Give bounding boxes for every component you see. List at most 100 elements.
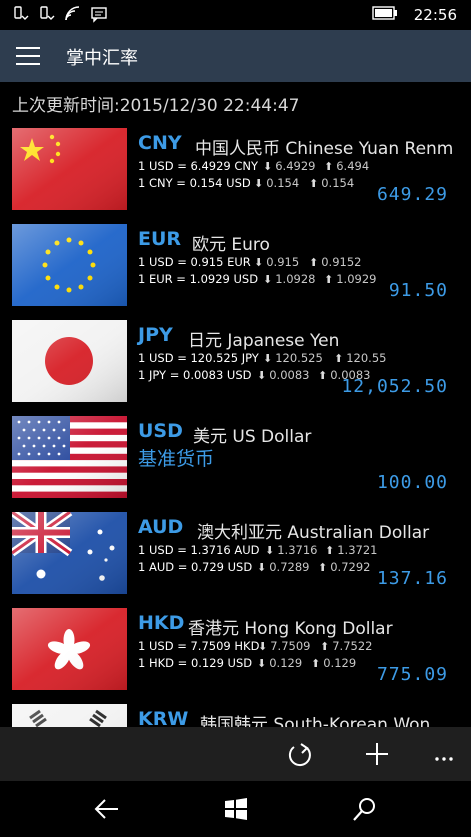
currency-code: CNY bbox=[138, 132, 182, 154]
arrow-down-icon: ⬇ bbox=[265, 544, 275, 557]
rate-line-2: 1 JPY = 0.0083 USD bbox=[138, 368, 252, 382]
battery-icon bbox=[372, 5, 398, 24]
rate-line-1: 1 USD = 6.4929 CNY bbox=[138, 159, 259, 173]
south-korea-flag-icon bbox=[12, 704, 127, 727]
currency-row-krw[interactable]: KRW 韩国韩元 South-Korean Won bbox=[0, 700, 471, 727]
refresh-icon[interactable] bbox=[285, 739, 315, 769]
china-flag-icon bbox=[12, 128, 127, 210]
amount-value[interactable]: 137.16 bbox=[377, 568, 448, 589]
rate-high-1: ⬆ 1.3721 bbox=[325, 543, 378, 557]
amount-value[interactable]: 649.29 bbox=[377, 184, 448, 205]
rate-line-1: 1 USD = 7.7509 HKD bbox=[138, 639, 260, 653]
currency-code: KRW bbox=[138, 708, 189, 727]
rate-high-2: ⬆ 0.7292 bbox=[318, 560, 371, 574]
command-bar bbox=[0, 727, 471, 781]
search-icon[interactable] bbox=[351, 795, 379, 823]
rate-high-1: ⬆ 120.55 bbox=[334, 351, 387, 365]
wifi-icon bbox=[64, 5, 82, 27]
arrow-up-icon: ⬆ bbox=[318, 561, 328, 574]
amount-value[interactable]: 12,052.50 bbox=[341, 376, 448, 397]
windows-icon[interactable] bbox=[222, 795, 250, 823]
currency-code: HKD bbox=[138, 612, 185, 634]
currency-name: 澳大利亚元 Australian Dollar bbox=[197, 523, 430, 543]
system-nav-bar bbox=[0, 781, 471, 837]
rate-low-2: ⬇ 1.0928 bbox=[263, 272, 316, 286]
rate-line-1: 1 USD = 1.3716 AUD bbox=[138, 543, 260, 557]
currency-code: AUD bbox=[138, 516, 184, 538]
rate-line-2: 1 AUD = 0.729 USD bbox=[138, 560, 253, 574]
currency-row-usd[interactable]: USD 美元 US Dollar 基准货币 100.00 bbox=[0, 412, 471, 502]
rate-low-2: ⬇ 0.154 bbox=[254, 176, 300, 190]
rate-high-1: ⬆ 6.494 bbox=[324, 159, 370, 173]
amount-value[interactable]: 100.00 bbox=[377, 472, 448, 493]
arrow-up-icon: ⬆ bbox=[309, 256, 319, 269]
arrow-up-icon: ⬆ bbox=[325, 544, 335, 557]
currency-row-cny[interactable]: CNY 中国人民币 Chinese Yuan Renm 1 USD = 6.49… bbox=[0, 124, 471, 214]
missed-call-icon bbox=[12, 5, 30, 27]
currency-name: 中国人民币 Chinese Yuan Renm bbox=[195, 139, 454, 159]
currency-row-hkd[interactable]: HKD 香港元 Hong Kong Dollar 1 USD = 7.7509 … bbox=[0, 604, 471, 694]
rate-line-1: 1 USD = 0.915 EUR bbox=[138, 255, 251, 269]
arrow-up-icon: ⬆ bbox=[320, 640, 330, 653]
arrow-down-icon: ⬇ bbox=[254, 177, 264, 190]
arrow-up-icon: ⬆ bbox=[311, 657, 321, 670]
arrow-down-icon: ⬇ bbox=[263, 160, 273, 173]
arrow-down-icon: ⬇ bbox=[263, 352, 273, 365]
currency-row-eur[interactable]: EUR 欧元 Euro 1 USD = 0.915 EUR ⬇ 0.915 ⬆ 0.… bbox=[0, 220, 471, 310]
add-icon[interactable] bbox=[362, 739, 392, 769]
usa-flag-icon bbox=[12, 416, 127, 498]
currency-name: 日元 Japanese Yen bbox=[188, 331, 340, 351]
rate-low-1: ⬇ 6.4929 bbox=[263, 159, 316, 173]
arrow-up-icon: ⬆ bbox=[318, 369, 328, 382]
base-currency-label: 基准货币 bbox=[138, 448, 215, 470]
japan-flag-icon bbox=[12, 320, 127, 402]
amount-value[interactable]: 91.50 bbox=[389, 280, 448, 301]
currency-code: JPY bbox=[138, 324, 173, 346]
hong-kong-flag-icon bbox=[12, 608, 127, 690]
rate-low-1: ⬇ 1.3716 bbox=[265, 543, 318, 557]
missed-call-icon-2 bbox=[38, 5, 56, 27]
arrow-up-icon: ⬆ bbox=[309, 177, 319, 190]
rate-high-2: ⬆ 0.154 bbox=[309, 176, 355, 190]
rate-line-2: 1 EUR = 1.0929 USD bbox=[138, 272, 259, 286]
rate-high-2: ⬆ 1.0929 bbox=[324, 272, 377, 286]
rate-high-2: ⬆ 0.129 bbox=[311, 656, 357, 670]
arrow-down-icon: ⬇ bbox=[257, 369, 267, 382]
australia-flag-icon bbox=[12, 512, 127, 594]
arrow-down-icon: ⬇ bbox=[258, 640, 268, 653]
rate-low-1: ⬇ 0.915 bbox=[254, 255, 300, 269]
rate-high-1: ⬆ 7.7522 bbox=[320, 639, 373, 653]
currency-name: 韩国韩元 South-Korean Won bbox=[200, 715, 431, 727]
arrow-up-icon: ⬆ bbox=[324, 273, 334, 286]
rate-high-1: ⬆ 0.9152 bbox=[309, 255, 362, 269]
arrow-down-icon: ⬇ bbox=[254, 256, 264, 269]
last-updated-text: 上次更新时间:2015/12/30 22:44:47 bbox=[12, 96, 300, 116]
arrow-down-icon: ⬇ bbox=[257, 657, 267, 670]
currency-name: 香港元 Hong Kong Dollar bbox=[188, 619, 393, 639]
rate-line-2: 1 HKD = 0.129 USD bbox=[138, 656, 253, 670]
status-time: 22:56 bbox=[413, 5, 457, 24]
arrow-up-icon: ⬆ bbox=[334, 352, 344, 365]
rate-low-2: ⬇ 0.7289 bbox=[257, 560, 310, 574]
rate-low-2: ⬇ 0.0083 bbox=[257, 368, 310, 382]
more-icon[interactable] bbox=[430, 739, 460, 769]
arrow-down-icon: ⬇ bbox=[257, 561, 267, 574]
rate-low-2: ⬇ 0.129 bbox=[257, 656, 303, 670]
message-icon bbox=[90, 5, 108, 27]
arrow-up-icon: ⬆ bbox=[324, 160, 334, 173]
currency-name: 欧元 Euro bbox=[192, 235, 270, 255]
rate-line-1: 1 USD = 120.525 JPY bbox=[138, 351, 259, 365]
currency-row-aud[interactable]: AUD 澳大利亚元 Australian Dollar 1 USD = 1.37… bbox=[0, 508, 471, 598]
amount-value[interactable]: 775.09 bbox=[377, 664, 448, 685]
currency-code: USD bbox=[138, 420, 183, 442]
currency-code: EUR bbox=[138, 228, 182, 250]
currency-list[interactable]: CNY 中国人民币 Chinese Yuan Renm 1 USD = 6.49… bbox=[0, 124, 471, 727]
status-bar: 22:56 bbox=[0, 0, 471, 30]
arrow-down-icon: ⬇ bbox=[263, 273, 273, 286]
rate-line-2: 1 CNY = 0.154 USD bbox=[138, 176, 251, 190]
rate-low-1: ⬇ 7.7509 bbox=[258, 639, 311, 653]
menu-icon[interactable] bbox=[16, 47, 40, 65]
back-icon[interactable] bbox=[93, 795, 121, 823]
eu-flag-icon bbox=[12, 224, 127, 306]
currency-row-jpy[interactable]: JPY 日元 Japanese Yen 1 USD = 120.525 JPY … bbox=[0, 316, 471, 406]
